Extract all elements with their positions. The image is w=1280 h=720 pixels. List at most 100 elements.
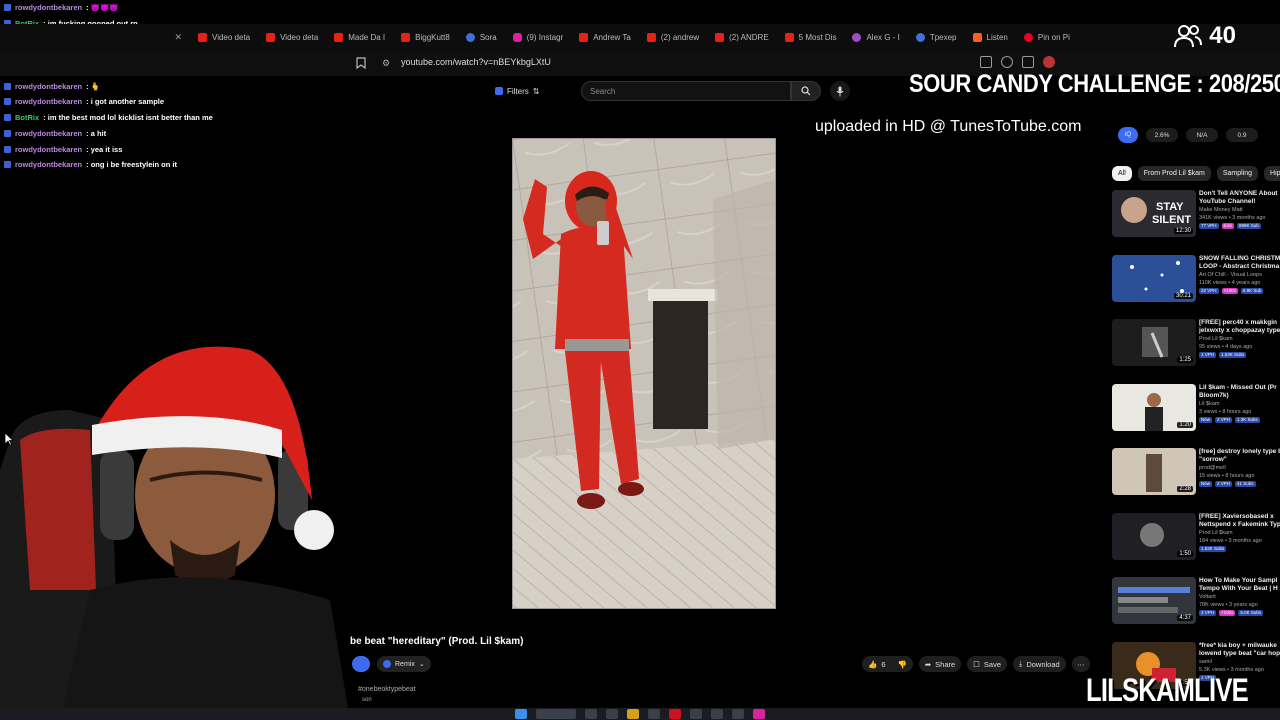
remix-label: Remix bbox=[395, 660, 415, 668]
taskbar-search-icon[interactable] bbox=[536, 709, 576, 719]
video-thumbnail[interactable]: 30:21 bbox=[1112, 254, 1196, 302]
download-label: Download bbox=[1026, 659, 1060, 669]
thumbs-down-icon[interactable]: 👎 bbox=[898, 660, 907, 669]
search-icon bbox=[801, 86, 811, 96]
taskbar-app-icon[interactable] bbox=[627, 709, 639, 719]
video-thumbnail[interactable]: 1:20 bbox=[1112, 383, 1196, 431]
filter-chip[interactable]: Sampling bbox=[1216, 166, 1259, 181]
voice-search-button[interactable] bbox=[830, 81, 850, 101]
channel-name[interactable]: samil bbox=[1199, 658, 1280, 666]
video-thumbnail[interactable]: 1:50 bbox=[1112, 512, 1196, 560]
browser-tab[interactable]: Listen bbox=[965, 26, 1016, 48]
channel-name[interactable]: Art Of Chill - Visual Loops bbox=[1199, 271, 1280, 279]
tab-title: Video deta bbox=[280, 32, 319, 42]
hashtag-link[interactable]: #onebeoktypebeat bbox=[358, 686, 416, 693]
chat-badge-icon bbox=[4, 129, 11, 137]
extension-logo-icon[interactable]: iQ bbox=[1118, 127, 1138, 143]
taskbar-app-icon[interactable] bbox=[711, 709, 723, 719]
browser-tab[interactable]: 5 Most Dis bbox=[777, 26, 845, 48]
challenge-counter: SOUR CANDY CHALLENGE : 208/250 bbox=[909, 70, 1280, 98]
browser-tab[interactable]: Tpexep bbox=[908, 26, 965, 48]
share-page-icon[interactable] bbox=[1022, 56, 1034, 68]
channel-name[interactable]: Voltarit bbox=[1199, 593, 1280, 601]
download-button[interactable]: ⤓ Download bbox=[1013, 656, 1066, 672]
save-button[interactable]: ☐ Save bbox=[967, 656, 1008, 672]
video-thumbnail[interactable]: 4:37 bbox=[1112, 577, 1196, 624]
filter-chip[interactable]: All bbox=[1112, 166, 1132, 181]
video-thumbnail[interactable]: STAY SILENT 12:30 bbox=[1112, 190, 1196, 237]
description-snippet: son bbox=[362, 697, 372, 703]
subscribe-badge[interactable] bbox=[352, 656, 370, 672]
taskbar-app-icon[interactable] bbox=[585, 709, 597, 719]
browser-tab[interactable]: Andrew Ta bbox=[571, 26, 639, 48]
tab-title: Video deta bbox=[212, 32, 251, 42]
chat-badge-icon bbox=[4, 4, 11, 12]
start-icon[interactable] bbox=[515, 709, 527, 719]
chat-username: rowdydontbekaren bbox=[15, 160, 83, 170]
browser-tab[interactable]: ✕ bbox=[0, 26, 190, 48]
extension-icon[interactable] bbox=[1043, 56, 1055, 68]
browser-tab[interactable]: BiggKutt8 bbox=[393, 26, 458, 48]
taskbar-app-icon[interactable] bbox=[690, 709, 702, 719]
channel-name[interactable]: Lil $kam bbox=[1199, 400, 1280, 408]
more-actions-button[interactable]: ⋯ bbox=[1071, 656, 1090, 672]
browser-tab[interactable]: (9) Instagr bbox=[505, 26, 571, 48]
recommended-video[interactable]: 2:28 [free] destroy lonely type b "sorrow"… bbox=[1112, 448, 1280, 504]
recommended-video[interactable]: STAY SILENT 12:30 Don't Tell ANYONE About Yo… bbox=[1112, 190, 1280, 246]
share-button[interactable]: ➦ Share bbox=[918, 656, 962, 672]
site-info-icon[interactable]: ⚙ bbox=[382, 58, 390, 69]
video-thumbnail[interactable]: 1:25 bbox=[1112, 319, 1196, 366]
recommended-video[interactable]: 1:50 [FREE] Xaviersobased x Nettspend x Fa… bbox=[1112, 512, 1280, 569]
recommended-video[interactable]: 30:21 SNOW FALLING CHRISTM LOOP - Abstract… bbox=[1112, 254, 1280, 311]
extension-stat: 2.6% bbox=[1146, 128, 1178, 142]
taskbar-app-icon[interactable] bbox=[732, 709, 744, 719]
uploaded-watermark: uploaded in HD @ TunesToTube.com bbox=[815, 118, 1082, 135]
url-field[interactable]: youtube.com/watch?v=nBEYkbgLXtU bbox=[401, 57, 551, 67]
cast-icon[interactable] bbox=[980, 56, 992, 68]
browser-tab[interactable]: (2) andrew bbox=[639, 26, 707, 48]
video-title-line: YouTube Channel! bbox=[1199, 198, 1256, 205]
tab-title: (2) ANDRE bbox=[729, 32, 769, 42]
browser-tab[interactable]: Video deta bbox=[258, 26, 326, 48]
channel-name[interactable]: Prod Lil $kam bbox=[1199, 529, 1280, 537]
channel-name[interactable]: prod@mell bbox=[1199, 464, 1280, 472]
bookmark-icon[interactable] bbox=[356, 57, 366, 69]
video-title-line: How To Make Your Sampl bbox=[1199, 577, 1278, 584]
filter-chip[interactable]: Hip h bbox=[1264, 166, 1280, 181]
video-title-line: Bloom7k) bbox=[1199, 391, 1229, 399]
like-button[interactable]: 👍 6 👎 bbox=[862, 656, 913, 672]
filters-button[interactable]: Filters ⇅ bbox=[490, 83, 544, 99]
recommended-video[interactable]: 4:37 How To Make Your Sampl Tempo With You… bbox=[1112, 577, 1280, 633]
browser-tab[interactable]: Sora bbox=[458, 26, 505, 48]
taskbar-app-icon[interactable] bbox=[669, 709, 681, 719]
view-count: 78K views • 3 years ago bbox=[1199, 602, 1258, 608]
video-actions: 👍 6 👎 ➦ Share ☐ Save ⤓ Download ⋯ bbox=[862, 656, 1090, 672]
close-icon[interactable]: ✕ bbox=[174, 32, 182, 43]
browser-tab[interactable]: (2) ANDRE bbox=[707, 26, 777, 48]
video-thumbnail[interactable]: 2:28 bbox=[1112, 448, 1196, 495]
tab-title: 5 Most Dis bbox=[798, 32, 837, 42]
taskbar-app-icon[interactable] bbox=[753, 709, 765, 719]
stat-badge: 1 VPH bbox=[1199, 352, 1217, 358]
browser-tab[interactable]: Pin on Pi bbox=[1016, 26, 1078, 48]
search-input[interactable]: Search bbox=[581, 81, 791, 101]
tab-title: Pin on Pi bbox=[1037, 32, 1070, 42]
filter-chip[interactable]: From Prod Lil $kam bbox=[1137, 166, 1211, 181]
channel-name[interactable]: Make Money Matt bbox=[1199, 206, 1280, 214]
recommended-video[interactable]: 1:20 Lil $kam - Missed Out (Pr Bloom7k) Lil… bbox=[1112, 383, 1280, 440]
remix-button[interactable]: Remix ⌄ bbox=[377, 656, 431, 672]
channel-name[interactable]: Prod Lil $kam bbox=[1199, 335, 1280, 343]
browser-tab[interactable]: Alex G - I bbox=[844, 26, 907, 48]
search-button[interactable] bbox=[791, 81, 821, 101]
browser-tab[interactable]: Video deta bbox=[190, 26, 258, 48]
zoom-icon[interactable] bbox=[1001, 56, 1013, 68]
video-title-line: Lil $kam - Missed Out (Pr bbox=[1199, 383, 1277, 391]
taskbar-app-icon[interactable] bbox=[648, 709, 660, 719]
streamer-webcam-image bbox=[0, 346, 350, 720]
taskbar-app-icon[interactable] bbox=[606, 709, 618, 719]
recommended-video[interactable]: 1:25 [FREE] perc40 x makkgin jelxwxty x ch… bbox=[1112, 319, 1280, 375]
browser-tab[interactable]: Made Da I bbox=[326, 26, 393, 48]
video-frame[interactable] bbox=[512, 138, 776, 609]
video-meta: How To Make Your Sampl Tempo With Your Be… bbox=[1199, 577, 1280, 616]
chat-username: rowdydontbekaren bbox=[15, 128, 83, 138]
